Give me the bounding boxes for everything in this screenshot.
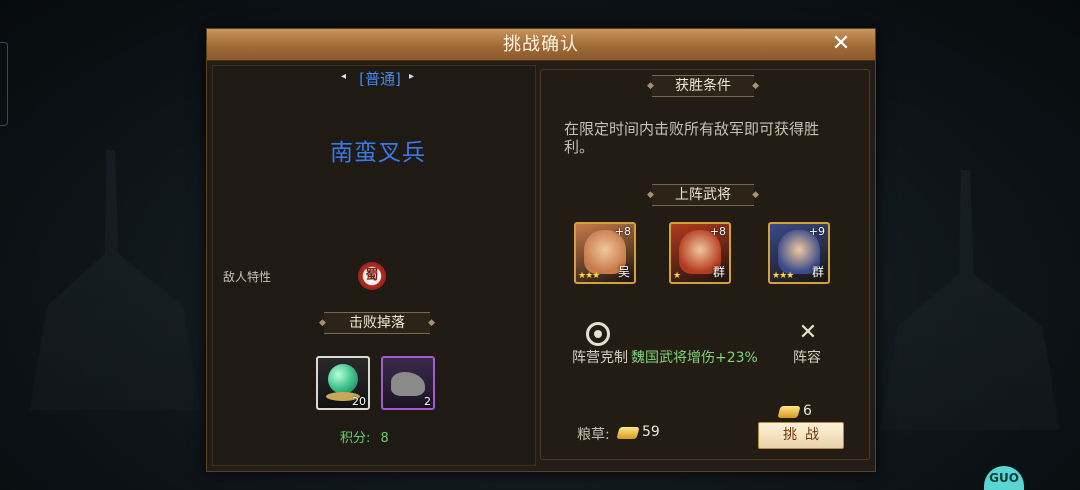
hero-stars: ★★★ <box>772 271 794 281</box>
side-tab[interactable] <box>0 42 8 126</box>
difficulty-label[interactable]: [普通] <box>340 68 420 89</box>
gold-ingot-icon <box>616 427 640 439</box>
hero-level: +9 <box>808 225 825 238</box>
crossed-swords-icon[interactable]: ✕ <box>795 320 821 346</box>
close-icon[interactable]: ✕ <box>829 32 853 56</box>
hero-level: +8 <box>709 225 726 238</box>
hero-card[interactable]: +8 ★ 群 <box>669 222 731 284</box>
faction-counter-bonus: 魏国武将增伤+23% <box>631 350 758 366</box>
faction-counter-label[interactable]: 阵营克制 <box>572 347 628 367</box>
grain-value: 59 <box>642 424 660 440</box>
hero-faction: 群 <box>712 265 725 279</box>
challenge-cost: 6 <box>803 403 812 419</box>
drops-section-title: 击败掉落 <box>319 312 435 334</box>
hero-stars: ★ <box>673 271 681 281</box>
score-value: 8 <box>380 431 389 446</box>
next-difficulty-arrow-icon[interactable]: ▸ <box>409 71 414 82</box>
hero-card[interactable]: +9 ★★★ 群 <box>768 222 830 284</box>
dialog-title: 挑战确认 <box>503 34 579 55</box>
jade-orb-icon <box>328 364 358 394</box>
score-label: 积分: <box>340 431 371 446</box>
hero-level: +8 <box>614 225 631 238</box>
hero-stars: ★★★ <box>578 271 600 281</box>
item-count: 2 <box>424 395 431 408</box>
grain-label: 粮草: <box>577 427 610 443</box>
win-conditions-title: 获胜条件 <box>647 75 759 97</box>
shu-faction-badge-icon[interactable]: 蜀 <box>358 262 386 290</box>
item-count: 20 <box>352 395 366 408</box>
faction-counter-icon[interactable] <box>586 322 610 346</box>
enemy-trait-label: 敌人特性 <box>223 270 272 284</box>
stone-beast-icon <box>391 372 425 396</box>
background-ship-right <box>880 170 1060 430</box>
hero-card[interactable]: +8 ★★★ 吴 <box>574 222 636 284</box>
hero-faction: 吴 <box>617 265 630 279</box>
gold-ingot-icon <box>777 406 801 418</box>
score-row: 积分: 8 <box>340 427 389 446</box>
drop-item-stone-beast[interactable]: 2 <box>381 356 435 410</box>
lineup-label[interactable]: 阵容 <box>793 347 821 367</box>
challenge-button[interactable]: 挑战 <box>758 422 844 449</box>
deployed-heroes-title: 上阵武将 <box>647 184 759 206</box>
drop-item-jade-orb[interactable]: 20 <box>316 356 370 410</box>
background-ship-left <box>30 150 200 410</box>
win-conditions-text: 在限定时间内击败所有敌军即可获得胜利。 <box>564 120 820 156</box>
enemy-name: 南蛮叉兵 <box>330 140 426 166</box>
hero-faction: 群 <box>811 265 824 279</box>
corner-logo: GUO <box>984 466 1024 490</box>
